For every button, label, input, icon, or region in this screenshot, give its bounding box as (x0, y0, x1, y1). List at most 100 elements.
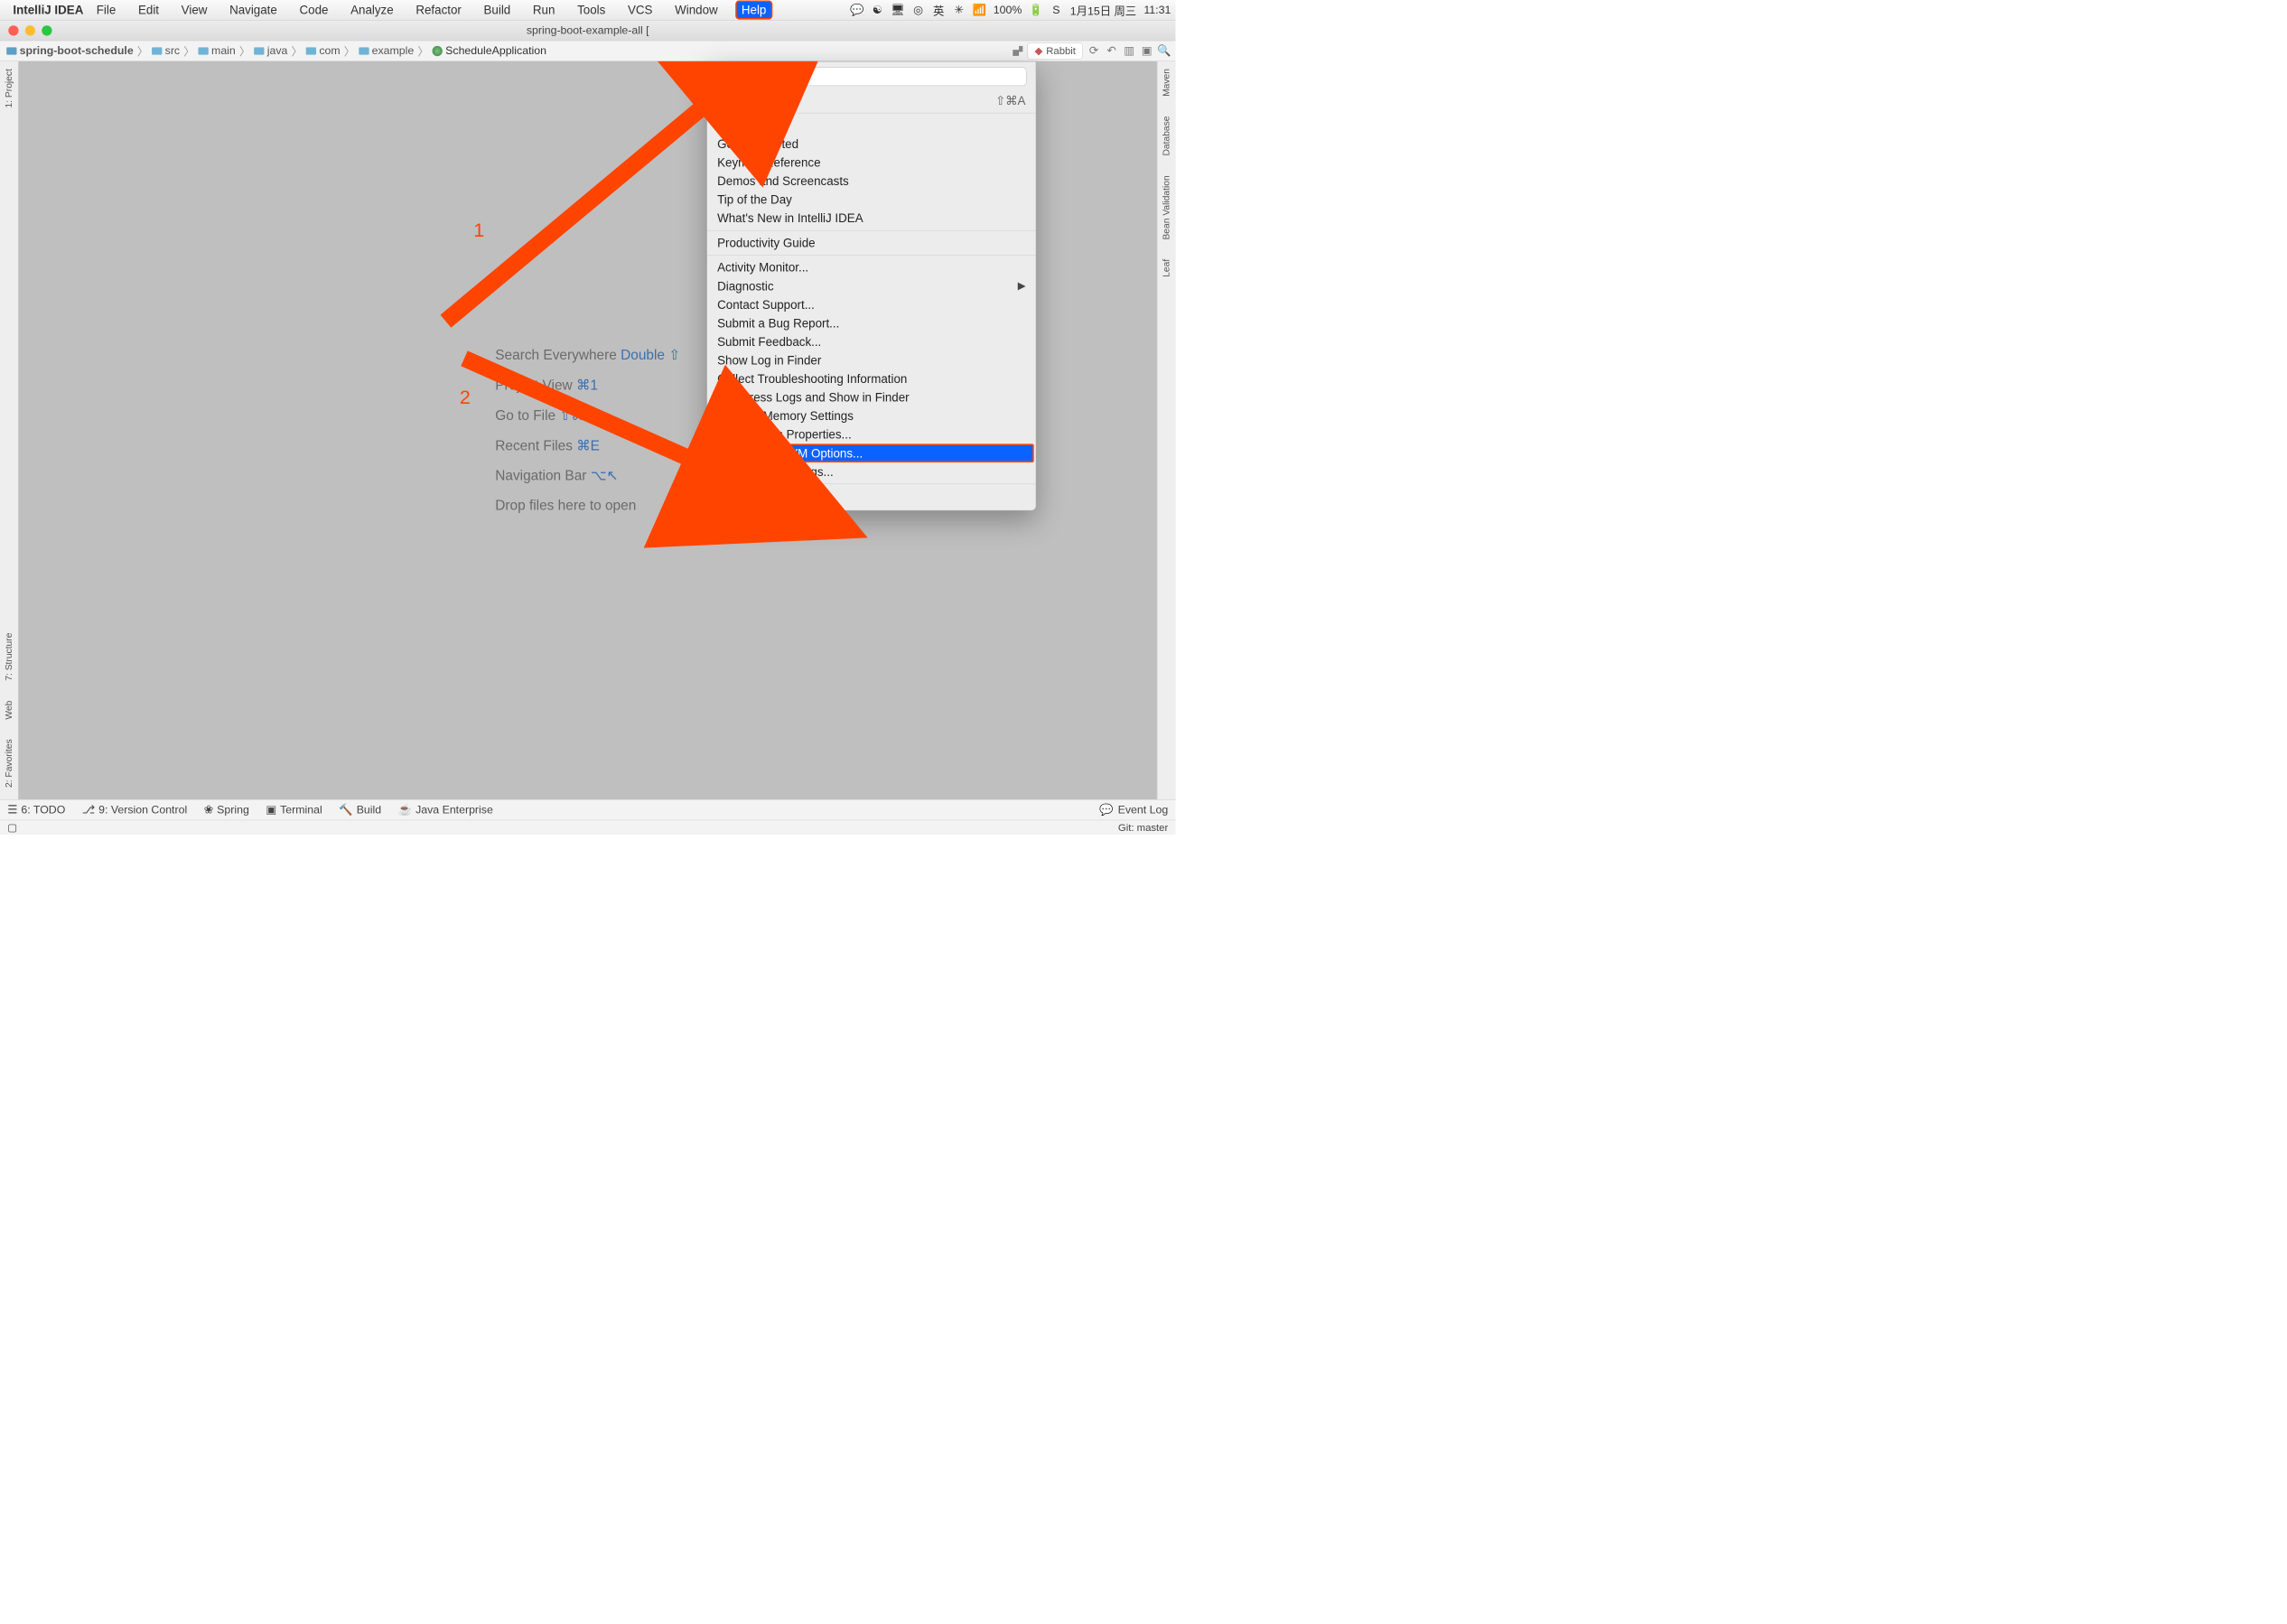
menu-navigate[interactable]: Navigate (225, 2, 282, 18)
help-menu-item[interactable]: Edit Custom VM Options... (709, 443, 1034, 462)
help-menu-item[interactable]: Compress Logs and Show in Finder (707, 388, 1036, 407)
wifi-icon[interactable]: 📶 (973, 4, 985, 16)
git-branch[interactable]: Git: master (1118, 822, 1168, 834)
module-icon (6, 47, 16, 54)
minimize-icon[interactable] (25, 25, 35, 35)
input-icon[interactable]: 英 (932, 4, 945, 16)
tool-maven[interactable]: Maven (1160, 66, 1172, 99)
menu-separator (707, 484, 1036, 485)
folder-icon (199, 47, 209, 54)
help-menu-item[interactable]: Getting Started (707, 135, 1036, 154)
traffic-lights[interactable] (8, 25, 51, 35)
window-title-text: spring-boot-example-all [ (527, 23, 649, 36)
help-menu-item[interactable]: ? Help (707, 117, 1036, 135)
menu-view[interactable]: View (177, 2, 212, 18)
help-menu-item[interactable]: Keymap Reference (707, 154, 1036, 173)
folder-icon (359, 47, 369, 54)
help-menu-item[interactable]: Diagnostic▶ (707, 276, 1036, 295)
help-menu-item[interactable]: Submit a Bug Report... (707, 313, 1036, 332)
undo-icon[interactable]: ↶ (1105, 44, 1117, 57)
empty-editor-hints: Search Everywhere Double ⇧ Project View … (495, 333, 680, 527)
menubar-right: 💬 ☯ 🖥 ◎ 英 ✳ 📶 100% 🔋 S 1月15日 周三 11:31 (850, 2, 1171, 18)
crumb-class: ScheduleApplication (431, 43, 548, 58)
tool-todo[interactable]: ☰ 6: TODO (7, 803, 65, 817)
tool-beanvalidation[interactable]: Bean Validation (1160, 173, 1172, 242)
toolbar-right: ◆Rabbit ⟳ ↶ ▥ ▣ 🔍 (1013, 42, 1171, 60)
help-menu-item[interactable]: Register... (707, 487, 1036, 506)
menubar-time: 11:31 (1144, 4, 1171, 16)
menu-help[interactable]: Help (735, 1, 772, 20)
menu-separator (707, 230, 1036, 231)
sogou-icon[interactable]: S (1050, 4, 1062, 16)
run-config-chip[interactable]: ◆Rabbit (1028, 42, 1083, 60)
wechat-icon[interactable]: ☯ (871, 4, 883, 16)
menu-refactor[interactable]: Refactor (411, 2, 466, 18)
tool-project[interactable]: 1: Project (3, 66, 15, 111)
app-name[interactable]: IntelliJ IDEA (13, 3, 83, 17)
menu-tools[interactable]: Tools (573, 2, 610, 18)
tool-leaf[interactable]: Leaf (1160, 257, 1172, 280)
layout-icon[interactable]: ▣ (1140, 44, 1153, 57)
help-menu-item[interactable]: Collect Troubleshooting Information (707, 369, 1036, 388)
help-menu-item[interactable]: What's New in IntelliJ IDEA (707, 209, 1036, 228)
breadcrumb[interactable]: spring-boot-schedule 〉 src 〉 main 〉 java… (5, 42, 1013, 59)
help-dropdown-menu: Search Find Action... ⇧⌘A ? HelpGetting … (706, 61, 1036, 511)
help-menu-item[interactable]: Activity Monitor... (707, 258, 1036, 277)
panel-icon[interactable]: ▥ (1123, 44, 1135, 57)
help-menu-item[interactable]: Change Memory Settings (707, 406, 1036, 425)
help-menu-item[interactable]: Show Log in Finder (707, 351, 1036, 370)
help-menu-item[interactable]: Submit Feedback... (707, 332, 1036, 351)
menu-window[interactable]: Window (670, 2, 723, 18)
tool-vcs[interactable]: ⎇ 9: Version Control (82, 803, 187, 817)
left-tool-rail: 1: Project 7: Structure Web 2: Favorites (0, 61, 19, 799)
bluetooth-icon[interactable]: ✳ (953, 4, 966, 16)
menu-run[interactable]: Run (528, 2, 560, 18)
help-search-input[interactable] (762, 68, 1027, 87)
battery-text: 100% (994, 4, 1022, 16)
help-menu-item[interactable]: Debug Log Settings... (707, 462, 1036, 481)
help-menu-item[interactable]: Demos and Screencasts (707, 172, 1036, 191)
menu-edit[interactable]: Edit (134, 2, 163, 18)
display-icon[interactable]: 🖥 (891, 4, 904, 16)
crumb-module: spring-boot-schedule (5, 43, 135, 58)
status-widgets-icon[interactable]: ▢ (7, 822, 17, 834)
menu-code[interactable]: Code (294, 2, 332, 18)
menu-separator (707, 255, 1036, 256)
tool-javaee[interactable]: ☕ Java Enterprise (398, 803, 493, 817)
help-find-action[interactable]: Find Action... ⇧⌘A (707, 91, 1036, 110)
help-menu-item[interactable]: Tip of the Day (707, 191, 1036, 210)
folder-icon (254, 47, 264, 54)
tool-web[interactable]: Web (3, 697, 15, 722)
menu-file[interactable]: File (92, 2, 121, 18)
editor-empty-area: 1: Project 7: Structure Web 2: Favorites… (0, 61, 1175, 799)
search-icon[interactable]: 🔍 (1158, 44, 1171, 57)
close-icon[interactable] (8, 25, 18, 35)
tool-database[interactable]: Database (1160, 113, 1172, 158)
menu-vcs[interactable]: VCS (623, 2, 658, 18)
help-menu-item[interactable]: Contact Support... (707, 295, 1036, 314)
help-menu-item[interactable]: Edit Custom Properties... (707, 425, 1036, 444)
folder-icon (152, 47, 162, 54)
zoom-icon[interactable] (42, 25, 51, 35)
menu-build[interactable]: Build (479, 2, 515, 18)
bottom-tool-bar: ☰ 6: TODO ⎇ 9: Version Control ❀ Spring … (0, 799, 1175, 820)
menubar-date: 1月15日 周三 (1070, 2, 1136, 18)
tool-structure[interactable]: 7: Structure (3, 630, 15, 684)
help-menu-item[interactable]: Productivity Guide (707, 234, 1036, 253)
tool-spring[interactable]: ❀ Spring (204, 803, 249, 817)
chat-icon[interactable]: 💬 (850, 4, 863, 16)
window-titlebar: spring-boot-example-all [ (0, 21, 1175, 42)
annotation-2: 2 (460, 387, 471, 409)
menu-analyze[interactable]: Analyze (346, 2, 398, 18)
chevron-right-icon: 〉 (137, 42, 148, 59)
folder-icon (306, 47, 316, 54)
tool-eventlog[interactable]: 💬 Event Log (1099, 803, 1168, 817)
sync-icon[interactable]: ⟳ (1087, 44, 1100, 57)
tool-terminal[interactable]: ▣ Terminal (266, 803, 322, 817)
app-icon[interactable]: ◎ (911, 4, 924, 16)
build-icon[interactable] (1013, 46, 1022, 56)
tool-favorites[interactable]: 2: Favorites (3, 736, 15, 790)
mac-menubar: IntelliJ IDEA File Edit View Navigate Co… (0, 0, 1175, 21)
tool-build[interactable]: 🔨 Build (339, 803, 381, 817)
class-icon (433, 46, 443, 56)
